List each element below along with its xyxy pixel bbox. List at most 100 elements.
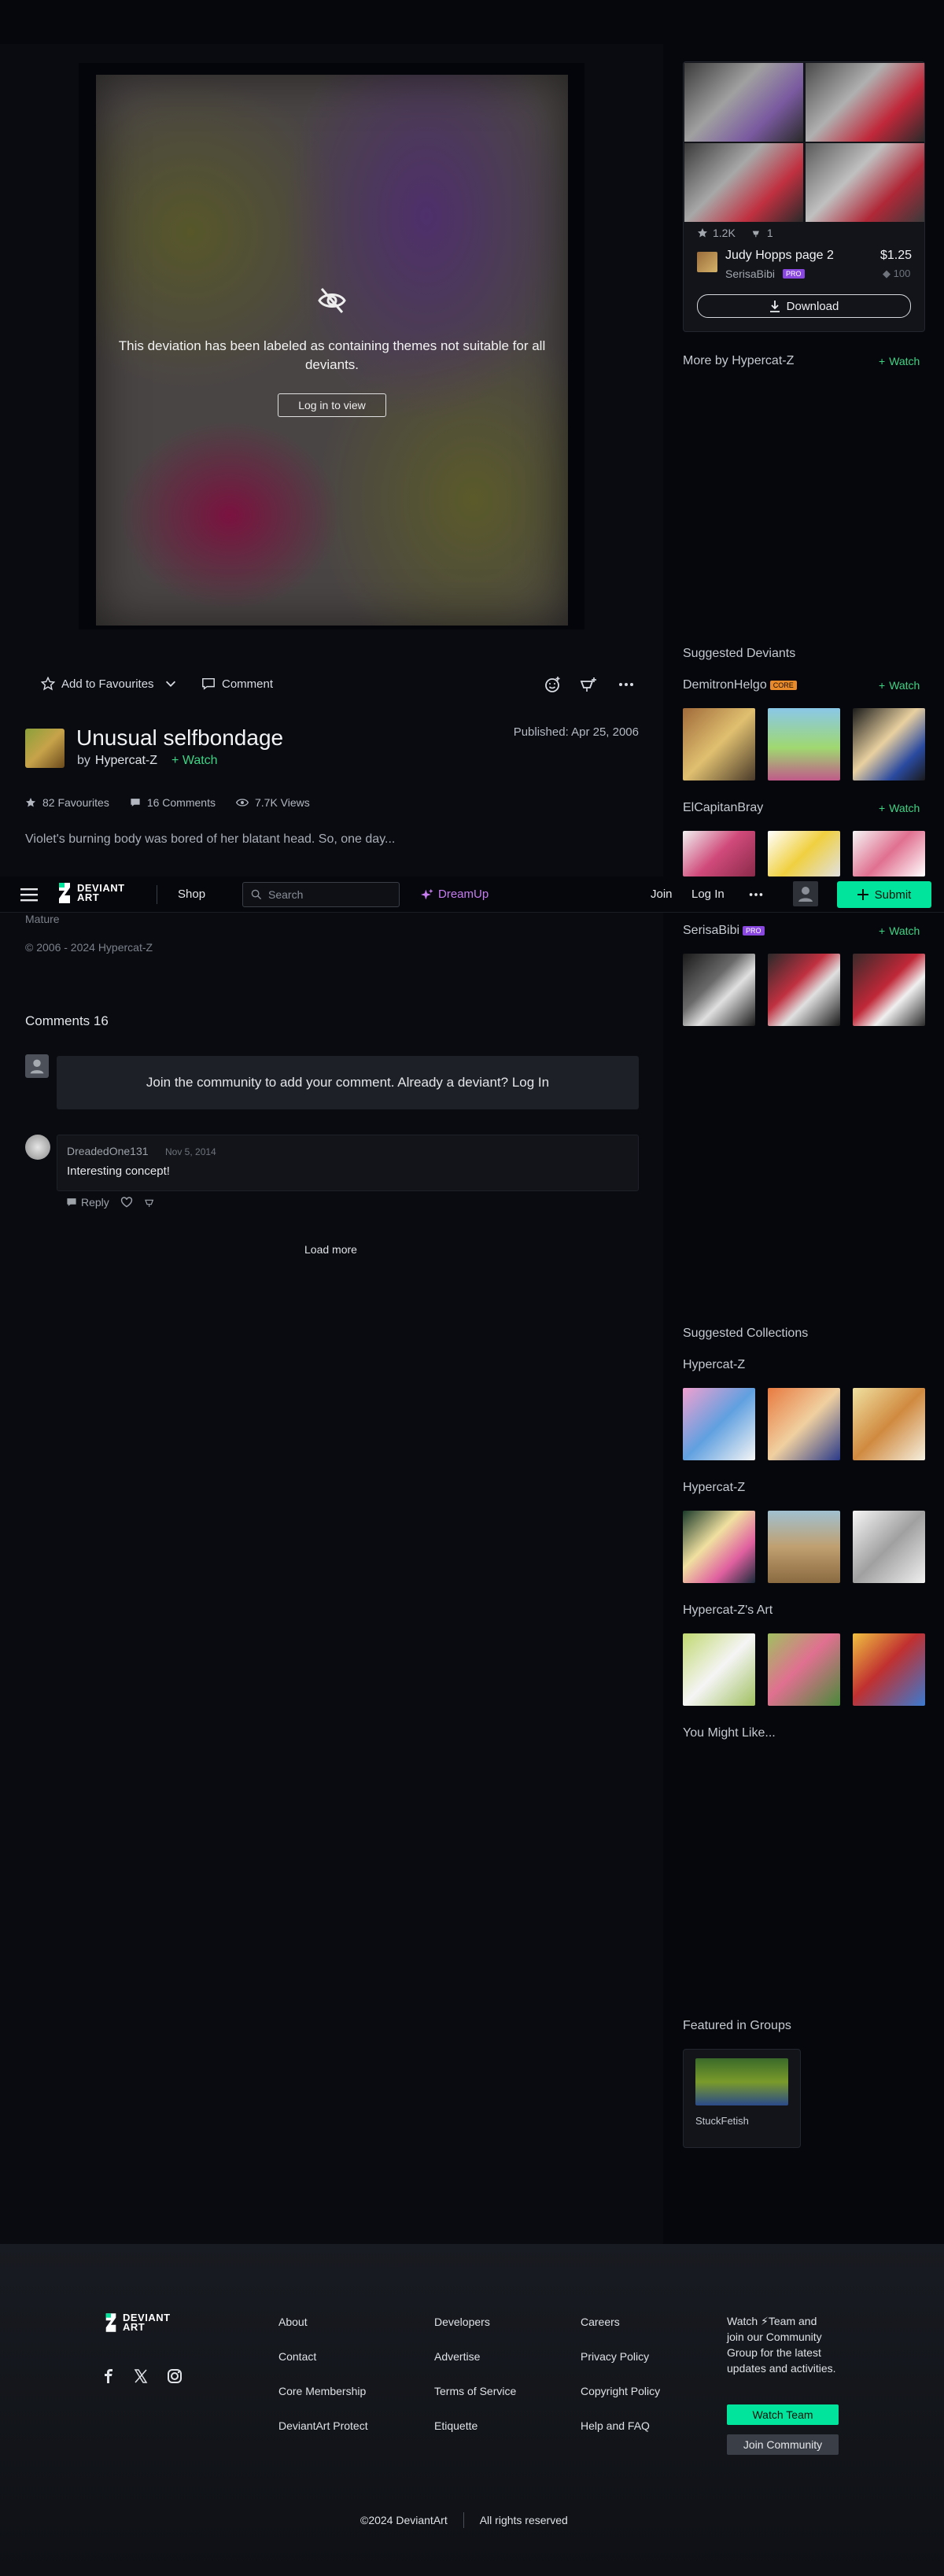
comment-text: Interesting concept! [67, 1164, 170, 1178]
log-in-link[interactable]: Log In [691, 888, 725, 901]
comic-panel-thumbnail[interactable] [806, 63, 924, 142]
watch-button[interactable]: + Watch [879, 679, 920, 692]
watch-button[interactable]: + Watch [879, 924, 920, 937]
footer-link-core-membership[interactable]: Core Membership [278, 2385, 366, 2397]
add-to-favourites-label: Add to Favourites [61, 677, 154, 691]
core-badge: CORE [769, 680, 797, 690]
load-more-button[interactable]: Load more [304, 1243, 357, 1256]
footer-link-copyright-policy[interactable]: Copyright Policy [581, 2385, 660, 2397]
product-price: $1.25 [880, 249, 913, 262]
instagram-icon[interactable] [167, 2368, 183, 2384]
collection-name[interactable]: Hypercat-Z's Art [683, 1604, 773, 1618]
comment-icon [202, 677, 215, 690]
product-thumbnail[interactable] [697, 252, 717, 272]
give-badge-icon[interactable] [144, 1196, 157, 1209]
deviation-thumbnail[interactable] [768, 954, 840, 1026]
deviation-thumbnail[interactable] [768, 831, 840, 877]
submit-button[interactable]: Submit [837, 881, 931, 908]
deviation-thumbnail[interactable] [683, 831, 755, 877]
deviant-name-text: ElCapitanBray [683, 801, 764, 814]
x-twitter-icon[interactable] [134, 2369, 148, 2383]
hamburger-menu-icon[interactable] [20, 887, 38, 902]
reply-button[interactable]: Reply [66, 1196, 109, 1209]
more-by-heading[interactable]: More by Hypercat-Z [683, 354, 794, 368]
commenter-avatar-placeholder [25, 1054, 49, 1078]
search-input[interactable]: Search [242, 882, 400, 907]
footer-link-deviantart-protect[interactable]: DeviantArt Protect [278, 2419, 368, 2432]
deviant-name[interactable]: DemitronHelgo CORE [683, 678, 797, 692]
deviant-name[interactable]: SerisaBibi PRO [683, 924, 765, 938]
author-link[interactable]: Hypercat-Z [95, 754, 157, 768]
collection-name[interactable]: Hypercat-Z [683, 1481, 745, 1495]
footer-link-careers[interactable]: Careers [581, 2316, 620, 2328]
comment-actions: Reply [66, 1196, 157, 1209]
add-to-favourites-button[interactable]: Add to Favourites [41, 677, 154, 691]
deviantart-logo[interactable]: DEVIANT ART [57, 881, 125, 905]
deviation-thumbnail[interactable] [768, 708, 840, 781]
divider [463, 2512, 464, 2528]
give-badge-icon[interactable] [579, 675, 598, 694]
product-author[interactable]: SerisaBibi PRO [725, 268, 805, 280]
comic-panel-thumbnail[interactable] [684, 143, 803, 222]
footer-link-developers[interactable]: Developers [434, 2316, 490, 2328]
footer-link-etiquette[interactable]: Etiquette [434, 2419, 478, 2432]
shop-link[interactable]: Shop [178, 888, 205, 901]
footer-rights: All rights reserved [479, 2514, 568, 2526]
comment-date[interactable]: Nov 5, 2014 [165, 1146, 216, 1157]
heart-icon[interactable] [120, 1196, 133, 1209]
more-options-icon[interactable] [617, 675, 636, 694]
collection-thumbnail[interactable] [683, 1511, 755, 1583]
comment-author-avatar[interactable] [25, 1135, 50, 1160]
comment-card [57, 1135, 639, 1191]
collection-thumbnail[interactable] [683, 1633, 755, 1706]
deviation-thumbnail[interactable] [683, 708, 755, 781]
footer-link-privacy-policy[interactable]: Privacy Policy [581, 2350, 649, 2363]
comic-panel-thumbnail[interactable] [684, 63, 803, 142]
comment-button[interactable]: Comment [201, 677, 273, 691]
deviation-thumbnail[interactable] [853, 708, 925, 781]
footer-link-advertise[interactable]: Advertise [434, 2350, 480, 2363]
emoji-react-icon[interactable] [543, 675, 562, 694]
product-title[interactable]: Judy Hopps page 2 [725, 249, 834, 263]
watch-button[interactable]: + Watch [879, 802, 920, 814]
deviant-name[interactable]: ElCapitanBray [683, 801, 763, 815]
join-to-comment-box[interactable]: Join the community to add your comment. … [57, 1056, 639, 1109]
footer-logo[interactable]: DEVIANT ART [104, 2312, 171, 2334]
watch-author-button[interactable]: + Watch [171, 754, 218, 768]
collection-thumbnail[interactable] [768, 1511, 840, 1583]
deviation-thumbnail[interactable] [683, 954, 755, 1026]
deviation-thumbnail[interactable] [853, 831, 925, 877]
collection-thumbnail[interactable] [853, 1633, 925, 1706]
group-name[interactable]: StuckFetish [695, 2115, 749, 2127]
download-button[interactable]: Download [697, 294, 911, 318]
collection-thumbnail[interactable] [853, 1511, 925, 1583]
footer-link-contact[interactable]: Contact [278, 2350, 316, 2363]
mature-tag[interactable]: Mature [25, 913, 60, 925]
comments-count: 16 Comments [146, 796, 216, 809]
comic-panel-thumbnail[interactable] [806, 143, 924, 222]
footer-link-about[interactable]: About [278, 2316, 308, 2328]
chevron-down-icon[interactable] [164, 677, 178, 691]
deviation-thumbnail[interactable] [853, 954, 925, 1026]
footer-link-terms[interactable]: Terms of Service [434, 2385, 516, 2397]
comment-author-name[interactable]: DreadedOne131 [67, 1145, 149, 1157]
watch-button[interactable]: + Watch [879, 355, 920, 367]
logo-text-line2: ART [77, 891, 100, 903]
collection-thumbnail[interactable] [683, 1388, 755, 1460]
user-avatar-placeholder[interactable] [793, 881, 818, 906]
collection-thumbnail[interactable] [853, 1388, 925, 1460]
join-link[interactable]: Join [651, 888, 673, 901]
product-count-value: 100 [893, 268, 911, 279]
facebook-icon[interactable] [102, 2369, 115, 2383]
collection-thumbnail[interactable] [768, 1633, 840, 1706]
more-options-icon[interactable] [747, 886, 765, 903]
collection-thumbnail[interactable] [768, 1388, 840, 1460]
watch-team-button[interactable]: Watch Team [727, 2404, 839, 2425]
join-community-button[interactable]: Join Community [727, 2434, 839, 2455]
watch-label: Watch [889, 924, 920, 937]
author-avatar[interactable] [25, 729, 65, 768]
footer-link-help[interactable]: Help and FAQ [581, 2419, 650, 2432]
log-in-to-view-button[interactable]: Log in to view [278, 393, 386, 417]
dreamup-link[interactable]: DreamUp [421, 888, 489, 901]
collection-name[interactable]: Hypercat-Z [683, 1358, 745, 1372]
